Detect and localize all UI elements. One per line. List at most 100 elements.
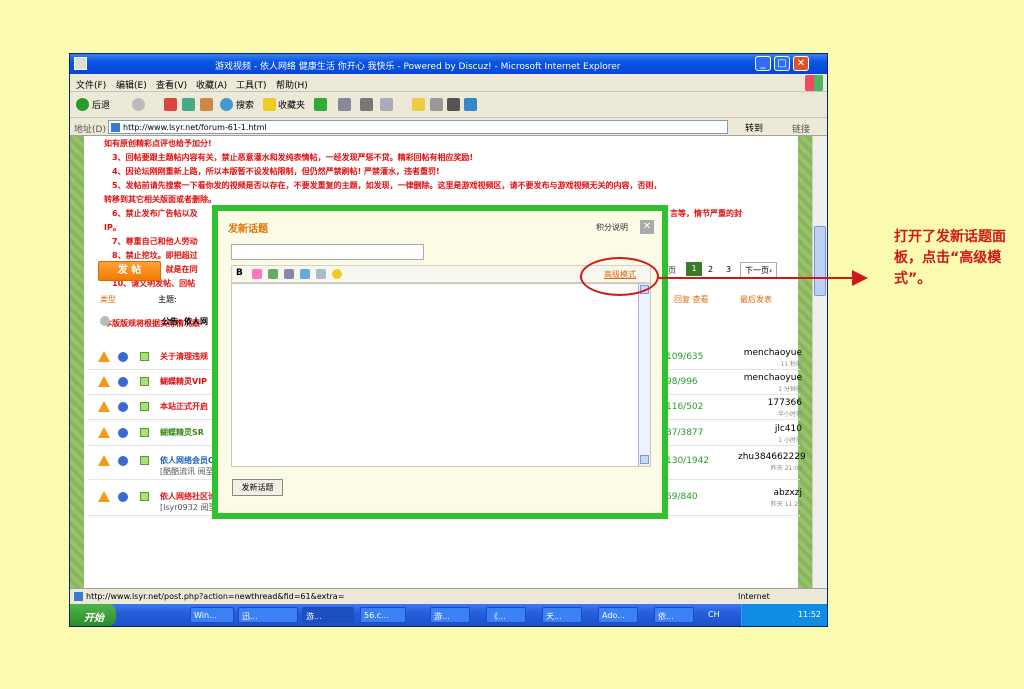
hot-thread-icon (98, 351, 110, 362)
task-button[interactable]: 《... (486, 607, 526, 623)
page-3[interactable]: 3 (726, 265, 731, 274)
pager-prefix[interactable]: 页 (668, 265, 676, 276)
extra-icon[interactable] (464, 98, 477, 111)
task-button[interactable]: 迅... (238, 607, 298, 623)
go-button[interactable]: 转到 (745, 121, 763, 134)
col-last[interactable]: 最后发表 (740, 294, 772, 305)
new-topic-dialog-highlight: 发新话题 积分说明 ✕ B 高级模式 发新话题 (212, 205, 668, 519)
status-url: http://www.lsyr.net/post.php?action=newt… (86, 592, 345, 601)
thread-title[interactable]: 本站正式开启 (160, 401, 208, 412)
thread-title[interactable]: 关于清理违规 (160, 351, 208, 362)
col-replies[interactable]: 回复 查看 (674, 294, 709, 305)
left-border-decoration (70, 136, 84, 588)
maximize-button[interactable]: □ (774, 56, 790, 71)
messenger-icon[interactable] (447, 98, 460, 111)
quote-icon[interactable] (300, 269, 310, 279)
task-button[interactable]: 56.c... (360, 607, 406, 623)
page-2[interactable]: 2 (708, 265, 713, 274)
last-post-time: 11 秒前 (780, 361, 802, 368)
dialog-close-icon[interactable]: ✕ (640, 220, 654, 234)
favorites-star-icon[interactable] (263, 98, 276, 111)
code-icon[interactable] (316, 269, 326, 279)
last-poster[interactable]: 177366 (738, 398, 802, 408)
new-topic-dialog: 发新话题 积分说明 ✕ B 高级模式 发新话题 (218, 211, 662, 513)
refresh-icon[interactable] (182, 98, 195, 111)
page-scrollbar[interactable] (812, 136, 827, 588)
task-button[interactable]: 天... (542, 607, 582, 623)
start-button[interactable]: 开始 (70, 604, 116, 626)
submit-new-topic-button[interactable]: 发新话题 (232, 479, 283, 496)
link-icon[interactable] (284, 269, 294, 279)
back-button[interactable]: 后退 (92, 98, 110, 111)
last-poster[interactable]: jlc410 (738, 424, 802, 434)
favorites-button[interactable]: 收藏夹 (278, 98, 305, 111)
points-help-link[interactable]: 积分说明 (596, 222, 628, 233)
toolbar: 后退 搜索 收藏夹 (70, 92, 827, 118)
page-current[interactable]: 1 (686, 262, 702, 276)
menu-help[interactable]: 帮助(H) (276, 78, 308, 91)
links-button[interactable]: 链接 (792, 122, 810, 135)
search-button[interactable]: 搜索 (236, 98, 254, 111)
announcement[interactable]: 公告: 依人网 (162, 316, 208, 327)
rule-line: 4、因论坛刚刚重新上路，所以本版暂不设发帖限制，但仍然严禁刷帖! 严禁灌水，违者… (112, 167, 440, 176)
thread-counts: 109/635 (666, 352, 704, 362)
last-poster[interactable]: zhu384662229 (738, 452, 806, 462)
smiley-icon[interactable] (332, 269, 342, 279)
thread-title[interactable]: 蝴蝶精灵SR (160, 427, 204, 438)
rule-line: 6、禁止发布广告帖以及 (112, 209, 198, 218)
image-icon[interactable] (268, 269, 278, 279)
task-button[interactable]: Win... (190, 607, 234, 623)
task-button[interactable]: Ado... (598, 607, 638, 623)
hot-thread-icon (98, 427, 110, 438)
task-button[interactable]: 游... (302, 607, 354, 623)
message-editor[interactable] (231, 283, 651, 467)
dialog-title: 发新话题 (228, 224, 268, 235)
col-subject: 主题: (158, 295, 177, 304)
history-icon[interactable] (314, 98, 327, 111)
last-poster[interactable]: menchaoyue (738, 348, 802, 358)
last-post-time: 1 小时前 (778, 437, 802, 444)
new-post-button[interactable]: 发 帖 (98, 261, 161, 281)
home-icon[interactable] (200, 98, 213, 111)
menu-tools[interactable]: 工具(T) (236, 78, 267, 91)
taskbar: 开始 Win... 迅... 游... 56.c... 游... 《... 天.… (70, 604, 827, 626)
col-type[interactable]: 类型 (100, 294, 116, 305)
forward-icon[interactable] (132, 98, 145, 111)
bold-icon[interactable]: B (236, 268, 246, 278)
thread-title[interactable]: 蝴蝶精灵VIP (160, 376, 207, 387)
annotation-text: 打开了发新话题面板，点击“高级模式”。 (894, 229, 1006, 287)
language-indicator[interactable]: CH (708, 610, 720, 619)
minimize-button[interactable]: _ (755, 56, 771, 71)
last-poster[interactable]: menchaoyue (738, 373, 802, 383)
search-icon[interactable] (220, 98, 233, 111)
scrollbar-thumb[interactable] (814, 226, 826, 296)
close-button[interactable]: ✕ (793, 56, 809, 71)
tools-icon[interactable] (430, 98, 443, 111)
stop-icon[interactable] (164, 98, 177, 111)
windows-logo-icon (805, 75, 823, 91)
back-icon[interactable] (76, 98, 89, 111)
menu-favorites[interactable]: 收藏(A) (196, 78, 227, 91)
type-icon (118, 377, 128, 387)
task-button[interactable]: 依... (654, 607, 694, 623)
thread-counts: 59/840 (666, 492, 698, 502)
address-label: 地址(D) (74, 125, 106, 135)
address-input[interactable]: http://www.lsyr.net/forum-61-1.html (108, 120, 728, 134)
task-button[interactable]: 游... (430, 607, 470, 623)
last-poster[interactable]: abzxzj (738, 488, 802, 498)
edit-icon[interactable] (380, 98, 393, 111)
rule-line: 7、尊重自己和他人劳动 (112, 237, 198, 246)
color-icon[interactable] (252, 269, 262, 279)
notes-icon[interactable] (412, 98, 425, 111)
menu-file[interactable]: 文件(F) (76, 78, 106, 91)
subject-input[interactable] (231, 244, 424, 260)
scroll-down-icon[interactable] (640, 455, 649, 464)
status-bar: http://www.lsyr.net/post.php?action=newt… (70, 588, 827, 604)
thread-status-icon (140, 377, 149, 386)
print-icon[interactable] (360, 98, 373, 111)
menu-view[interactable]: 查看(V) (156, 78, 187, 91)
mail-icon[interactable] (338, 98, 351, 111)
menu-edit[interactable]: 编辑(E) (116, 78, 147, 91)
editor-scrollbar[interactable] (638, 284, 650, 466)
thread-counts: 37/3877 (666, 428, 704, 438)
